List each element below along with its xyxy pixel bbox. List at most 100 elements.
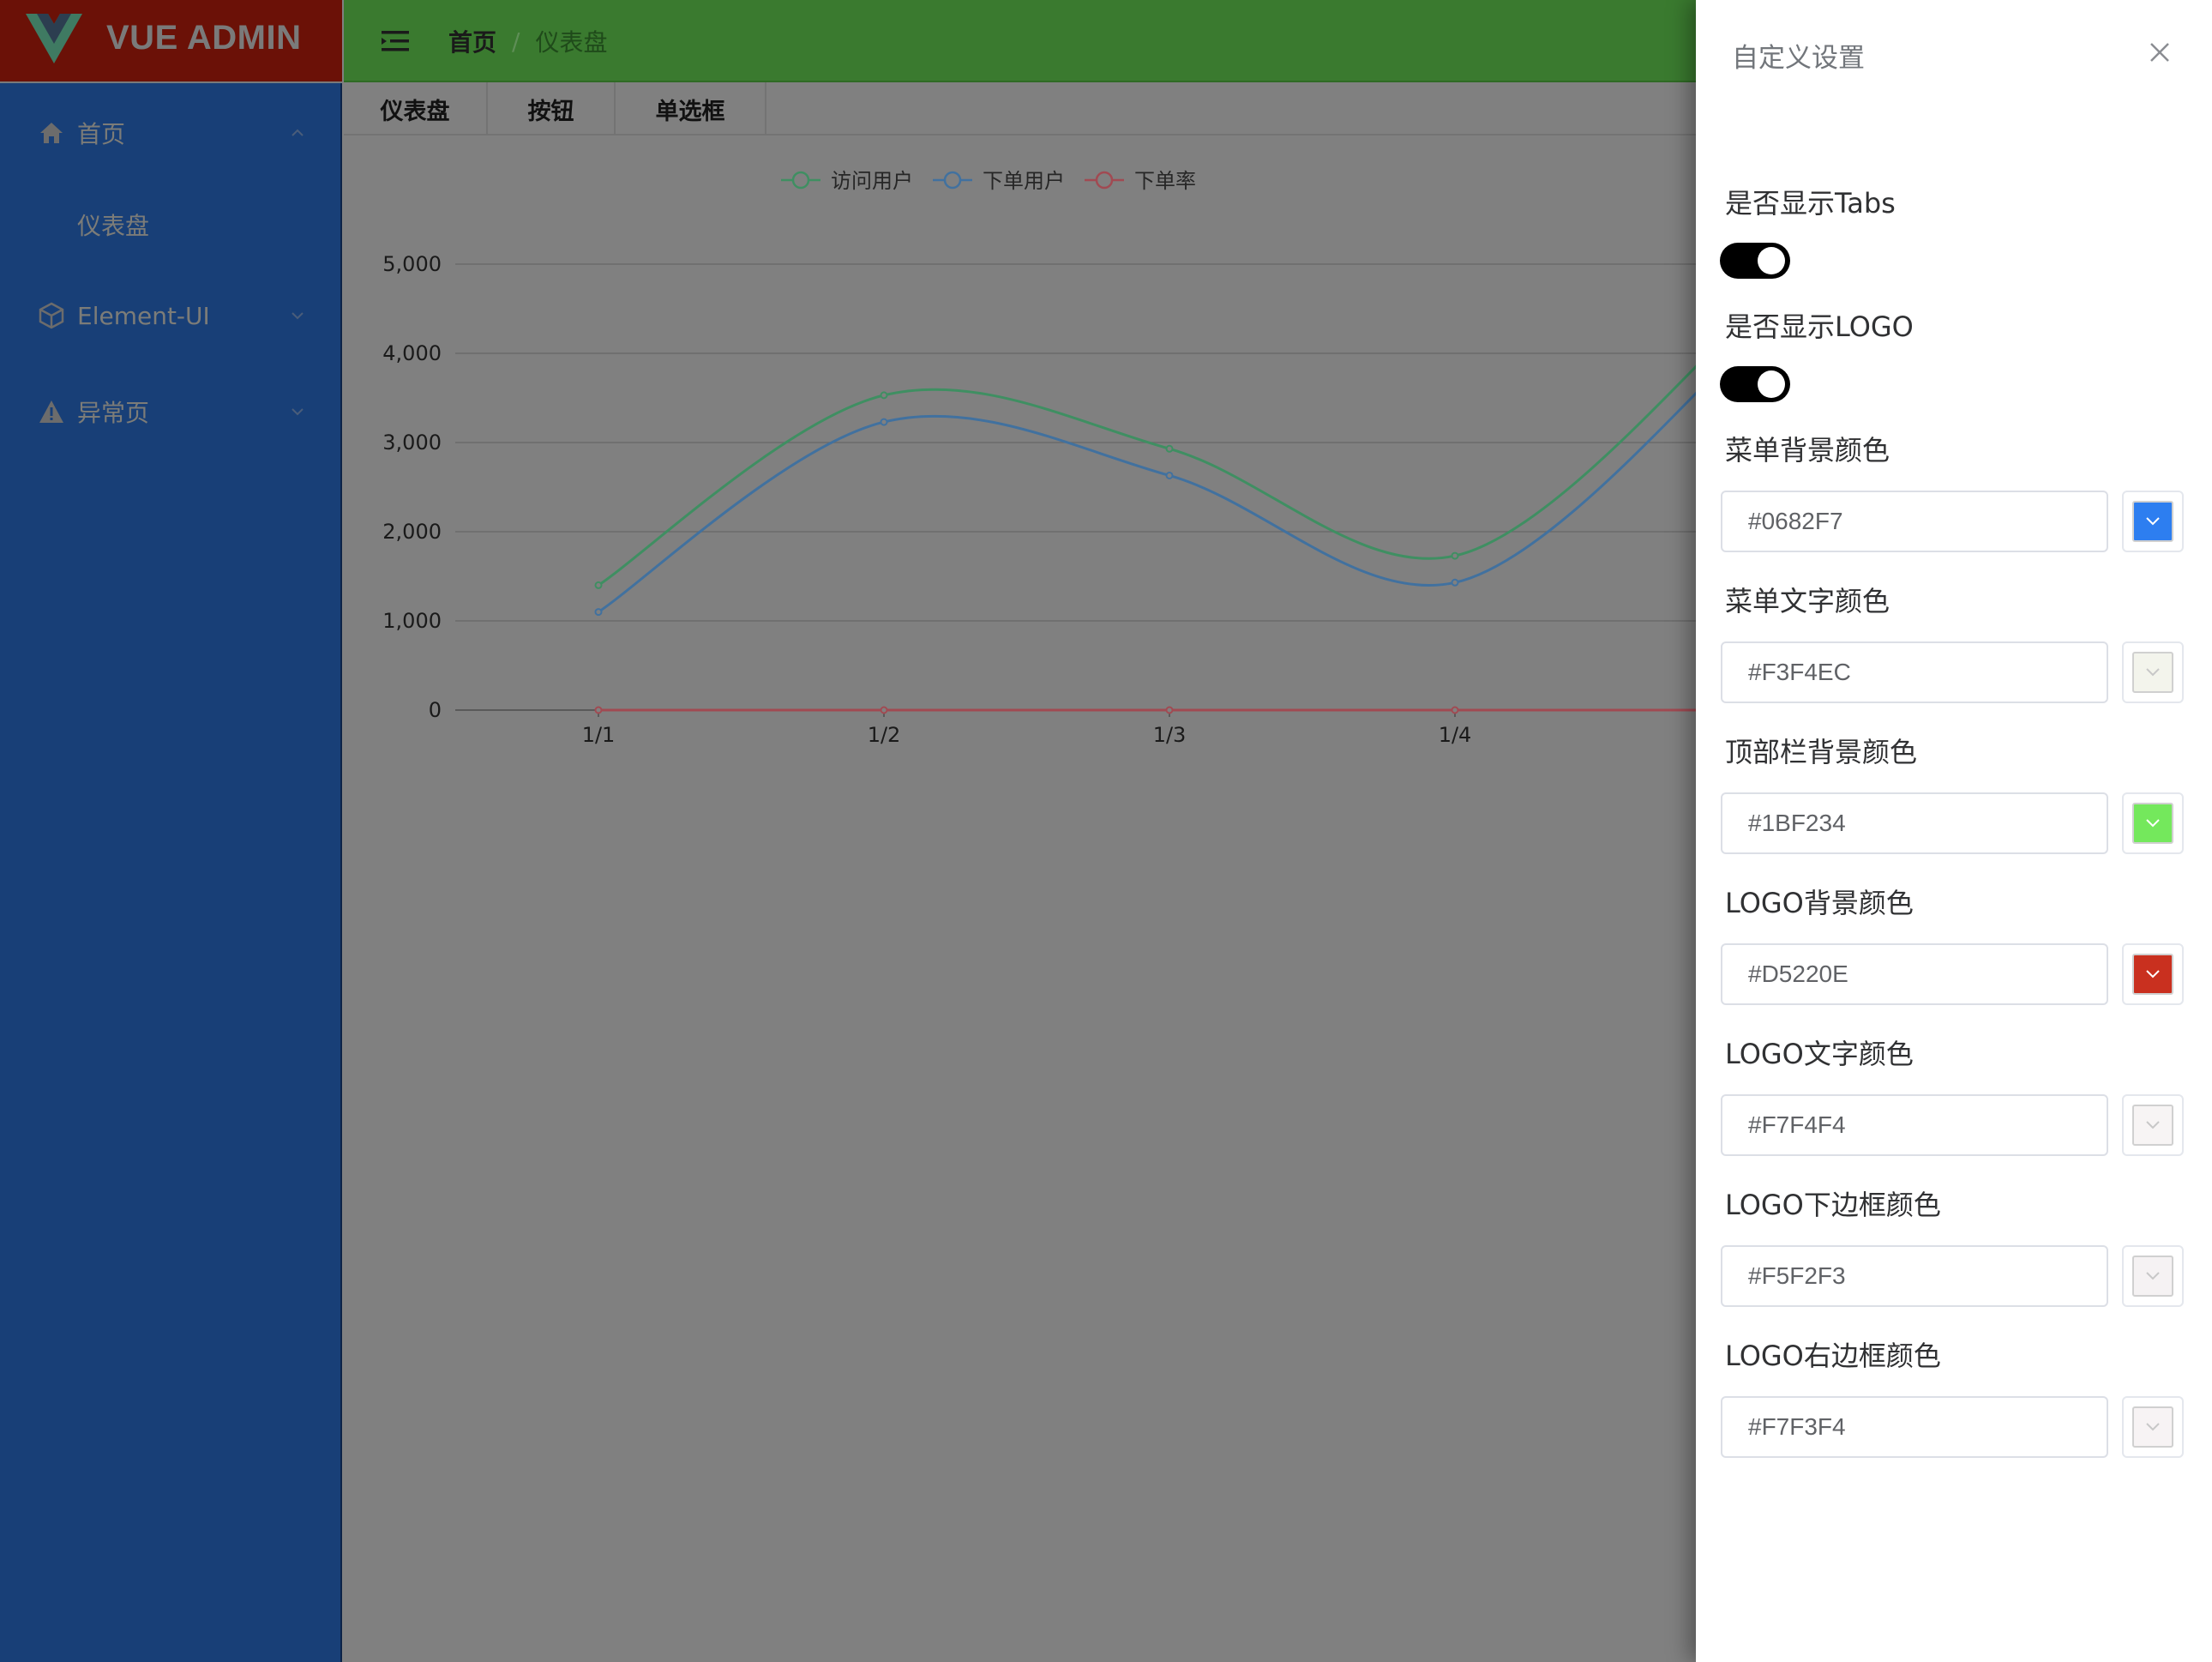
color-picker-button[interactable] [2122, 1396, 2184, 1458]
x-tick-label: 1/2 [868, 723, 901, 747]
color-swatch [2132, 1406, 2173, 1448]
x-tick-label: 1/3 [1153, 723, 1187, 747]
sidebar-item-label: Element-UI [77, 301, 210, 330]
data-point [594, 581, 603, 589]
breadcrumb-home[interactable]: 首页 [448, 24, 496, 58]
sidebar-item-element-ui[interactable]: Element-UI [0, 281, 342, 350]
chevron-down-icon [292, 408, 304, 416]
sidebar-item-label: 异常页 [77, 399, 150, 427]
color-swatch [2132, 803, 2173, 844]
cube-icon [38, 302, 65, 329]
tab-label: 仪表盘 [380, 98, 450, 125]
legend-label: 下单用户 [983, 169, 1065, 193]
data-point [1451, 706, 1459, 714]
warning-icon [38, 398, 65, 425]
color-hex-input[interactable] [1721, 943, 2108, 1005]
color-hex-input[interactable] [1721, 1094, 2108, 1156]
show-tabs-switch[interactable] [1720, 243, 1790, 279]
color-field-label: LOGO文字颜色 [1725, 1038, 1914, 1070]
chevron-down-icon [2146, 1272, 2160, 1280]
color-picker-button[interactable] [2122, 792, 2184, 854]
data-point [880, 418, 888, 426]
data-point [1451, 551, 1459, 560]
chevron-down-icon [2146, 668, 2160, 677]
x-tick-label: 1/4 [1439, 723, 1472, 747]
color-swatch [2132, 501, 2173, 542]
legend-marker [791, 171, 810, 190]
y-tick-label: 1,000 [382, 609, 442, 633]
color-swatch [2132, 1256, 2173, 1297]
y-tick-label: 4,000 [382, 341, 442, 365]
sidebar-item-error-pages[interactable]: 异常页 [0, 377, 342, 446]
line-chart: 0 1,000 2,000 3,000 4,000 5,000 1/1 1/2 1/3 1/4 访问… [344, 137, 1698, 789]
color-hex-input[interactable] [1721, 792, 2108, 854]
color-picker-button[interactable] [2122, 491, 2184, 552]
chevron-up-icon [292, 129, 304, 136]
data-point [594, 706, 603, 714]
chart-canvas: 0 1,000 2,000 3,000 4,000 5,000 1/1 1/2 1/3 1/4 访问… [382, 169, 1698, 747]
color-field-label: LOGO背景颜色 [1725, 887, 1914, 919]
color-swatch [2132, 1105, 2173, 1146]
legend-marker [943, 171, 962, 190]
data-point [1165, 471, 1174, 479]
color-hex-input[interactable] [1721, 1245, 2108, 1307]
color-hex-input[interactable] [1721, 1396, 2108, 1458]
color-picker-button[interactable] [2122, 641, 2184, 703]
vue-logo-icon [26, 14, 82, 63]
breadcrumb-current: 仪表盘 [535, 28, 608, 57]
logo-text: VUE ADMIN [106, 19, 302, 57]
data-point [880, 706, 888, 714]
show-logo-switch[interactable] [1720, 366, 1790, 402]
tab-radio[interactable]: 单选框 [616, 82, 766, 135]
color-field-label: 顶部栏背景颜色 [1725, 736, 1918, 768]
drawer-title: 自定义设置 [1732, 43, 1865, 74]
settings-drawer: 自定义设置 是否显示Tabs 是否显示LOGO 菜单背景颜色菜单文字颜色顶部栏背… [1696, 0, 2212, 1662]
close-icon[interactable] [2143, 36, 2176, 69]
sidebar-item-dashboard[interactable]: 仪表盘 [0, 190, 342, 259]
color-field-label: 菜单背景颜色 [1725, 434, 1890, 467]
chevron-down-icon [2146, 819, 2160, 828]
legend-marker [1095, 171, 1114, 190]
top-bar: 首页 / 仪表盘 [344, 0, 1698, 82]
sidebar-item-home[interactable]: 首页 [0, 99, 342, 167]
legend-label: 下单率 [1134, 169, 1196, 193]
color-swatch [2132, 652, 2173, 693]
y-tick-label: 2,000 [382, 520, 442, 544]
logo: VUE ADMIN [0, 0, 342, 83]
breadcrumb-separator: / [512, 27, 520, 56]
color-picker-button[interactable] [2122, 943, 2184, 1005]
breadcrumb: 首页 / 仪表盘 [448, 24, 607, 58]
switch-knob [1758, 370, 1785, 398]
color-picker-button[interactable] [2122, 1245, 2184, 1307]
y-tick-label: 3,000 [382, 431, 442, 455]
color-picker-button[interactable] [2122, 1094, 2184, 1156]
color-swatch [2132, 954, 2173, 995]
tab-dashboard[interactable]: 仪表盘 [344, 82, 488, 135]
chevron-down-icon [2146, 517, 2160, 526]
show-logo-label: 是否显示LOGO [1725, 310, 1914, 343]
chevron-down-icon [2146, 1121, 2160, 1129]
data-point [1165, 706, 1174, 714]
sidebar-item-label: 首页 [77, 120, 126, 148]
x-tick-label: 1/1 [582, 723, 616, 747]
color-field-label: LOGO下边框颜色 [1725, 1189, 1941, 1221]
chevron-down-icon [292, 312, 304, 320]
color-hex-input[interactable] [1721, 491, 2108, 552]
data-point [594, 608, 603, 617]
legend-label: 访问用户 [831, 169, 913, 193]
series-line [598, 363, 1698, 587]
color-hex-input[interactable] [1721, 641, 2108, 703]
switch-knob [1758, 247, 1785, 274]
y-tick-label: 5,000 [382, 252, 442, 276]
data-point [880, 391, 888, 400]
menu-toggle-icon[interactable] [382, 29, 409, 53]
series-line [598, 389, 1698, 613]
tab-bar: 仪表盘 按钮 单选框 [344, 82, 1698, 135]
data-point [1451, 578, 1459, 587]
tab-label: 单选框 [655, 98, 725, 125]
data-point [1165, 444, 1174, 453]
chevron-down-icon [2146, 970, 2160, 979]
chevron-down-icon [2146, 1423, 2160, 1431]
y-tick-label: 0 [429, 698, 442, 722]
tab-button[interactable]: 按钮 [488, 82, 616, 135]
